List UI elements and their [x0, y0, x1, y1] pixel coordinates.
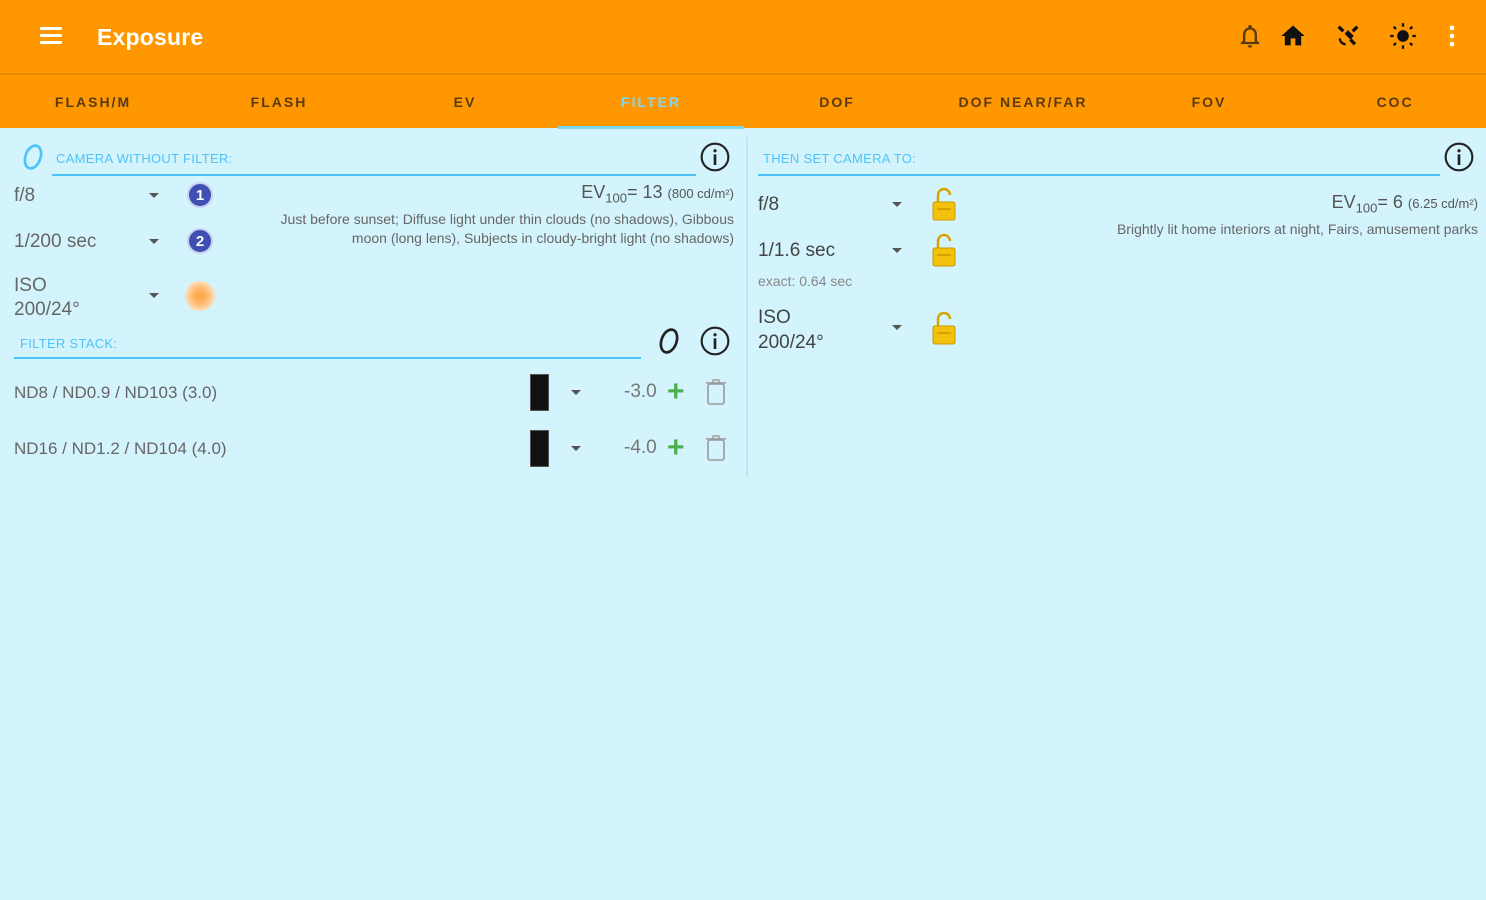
filter-info-icon[interactable] — [699, 325, 731, 357]
result-iso-dropdown-arrow[interactable] — [892, 325, 902, 330]
priority-2-badge[interactable]: 2 — [187, 228, 213, 254]
scene-description-right: Brightly lit home interiors at night, Fa… — [1116, 221, 1478, 237]
add-filter-icon[interactable]: + — [667, 433, 685, 463]
shutter-select[interactable]: 1/200 sec — [14, 231, 96, 253]
camera-without-filter-header: CAMERA WITHOUT FILTER: — [56, 151, 233, 166]
filter-swatch — [530, 430, 549, 467]
section-divider — [52, 174, 696, 176]
delete-filter-icon[interactable] — [705, 378, 727, 406]
ev-readout-left: EV100= 13 (800 cd/m²) — [581, 182, 734, 206]
menu-icon[interactable] — [40, 27, 62, 45]
panel-divider — [746, 137, 748, 477]
satellite-icon[interactable] — [1334, 22, 1362, 50]
scene-description-left: Just before sunset; Diffuse light under … — [280, 211, 734, 246]
priority-1-badge[interactable]: 1 — [187, 182, 213, 208]
tab-flash[interactable]: FLASH — [186, 75, 372, 128]
result-aperture-dropdown-arrow[interactable] — [892, 202, 902, 207]
tab-flash-m[interactable]: FLASH/M — [0, 75, 186, 128]
delete-filter-icon[interactable] — [705, 434, 727, 462]
iso-lock-icon[interactable] — [931, 310, 957, 346]
tab-filter[interactable]: FILTER — [558, 75, 744, 129]
filter-swatch — [530, 374, 549, 411]
tab-bar: FLASH/M FLASH EV FILTER DOF DOF NEAR/FAR… — [0, 73, 1486, 129]
reset-icon[interactable] — [20, 142, 46, 172]
tab-dof-near-far[interactable]: DOF NEAR/FAR — [930, 75, 1116, 128]
then-set-camera-header: THEN SET CAMERA TO: — [763, 151, 917, 166]
section-divider — [758, 174, 1440, 176]
filter-stops: -4.0 — [624, 437, 657, 458]
aperture-select[interactable]: f/8 — [14, 185, 35, 207]
filter-stack-header: FILTER STACK: — [20, 336, 118, 351]
bell-icon[interactable] — [1236, 22, 1264, 50]
iso-select[interactable]: ISO 200/24° — [14, 274, 80, 322]
filter-stack-divider — [14, 357, 641, 359]
tab-dof[interactable]: DOF — [744, 75, 930, 128]
tab-ev[interactable]: EV — [372, 75, 558, 128]
sun-icon[interactable] — [185, 281, 215, 311]
info-icon[interactable] — [1443, 141, 1475, 173]
filter-dropdown-arrow[interactable] — [571, 390, 581, 395]
more-vert-icon[interactable] — [1438, 22, 1466, 50]
iso-dropdown-arrow[interactable] — [149, 293, 159, 298]
tab-fov[interactable]: FOV — [1116, 75, 1302, 128]
brightness-icon[interactable] — [1389, 22, 1417, 50]
result-shutter-dropdown-arrow[interactable] — [892, 248, 902, 253]
filter-name[interactable]: ND16 / ND1.2 / ND104 (4.0) — [14, 439, 227, 459]
ev-readout-right: EV100= 6 (6.25 cd/m²) — [1331, 192, 1478, 216]
exact-shutter-text: exact: 0.64 sec — [758, 273, 853, 289]
app-title: Exposure — [97, 24, 204, 50]
filter-dropdown-arrow[interactable] — [571, 446, 581, 451]
info-icon[interactable] — [699, 141, 731, 173]
result-iso-select[interactable]: ISO 200/24° — [758, 305, 824, 355]
aperture-lock-icon[interactable] — [931, 186, 957, 222]
aperture-dropdown-arrow[interactable] — [149, 193, 159, 198]
reset-filters-icon[interactable] — [655, 326, 683, 356]
tab-coc[interactable]: COC — [1302, 75, 1486, 128]
add-filter-icon[interactable]: + — [667, 377, 685, 407]
result-shutter-select[interactable]: 1/1.6 sec — [758, 240, 835, 262]
home-icon[interactable] — [1279, 22, 1307, 50]
result-aperture-select[interactable]: f/8 — [758, 194, 779, 216]
filter-name[interactable]: ND8 / ND0.9 / ND103 (3.0) — [14, 383, 217, 403]
shutter-dropdown-arrow[interactable] — [149, 239, 159, 244]
app-bar: Exposure — [0, 0, 1486, 73]
filter-stops: -3.0 — [624, 381, 657, 402]
